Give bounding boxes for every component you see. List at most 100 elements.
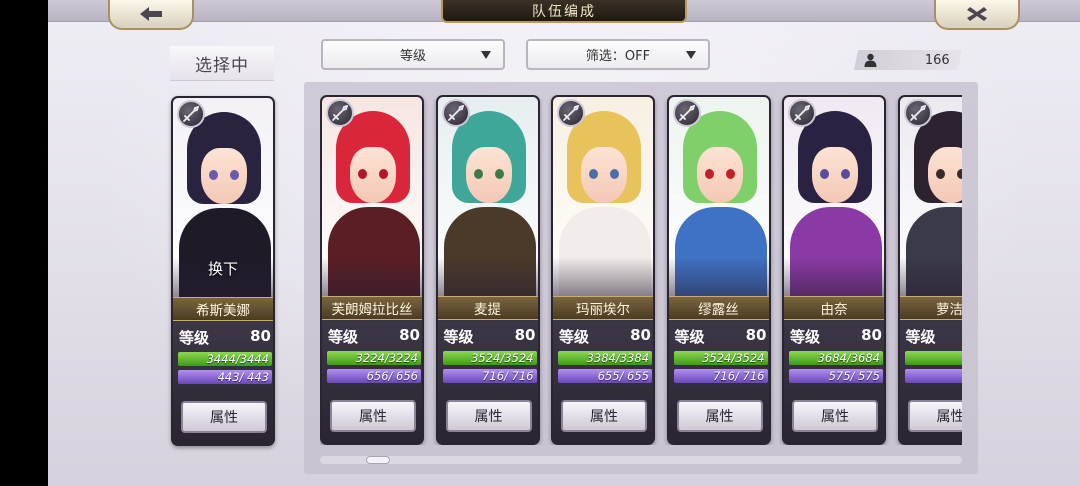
sword-class-icon: [788, 99, 816, 127]
unit-name: 麦提: [437, 296, 538, 320]
level-label: 等级: [790, 328, 821, 346]
portrait-shade: [553, 257, 653, 297]
level-label: 等级: [443, 328, 474, 346]
attribute-button[interactable]: 属性: [676, 400, 763, 432]
level-label: 等级: [328, 328, 359, 346]
hp-bar: 3224/3224: [327, 351, 421, 365]
portrait-face: [581, 147, 627, 203]
back-button[interactable]: [108, 0, 194, 30]
hp-bar: 3524/3524: [442, 351, 537, 365]
unit-level-row: 等级 80: [790, 326, 882, 346]
sword-class-icon: [672, 99, 701, 127]
portrait-eye: [935, 169, 945, 179]
swap-out-label: 换下: [207, 260, 238, 278]
portrait-face: [465, 147, 512, 203]
close-button[interactable]: [934, 0, 1020, 30]
game-screen: 队伍编成 选择中 等级 筛选：OFF 166 换下 希斯美娜 等级 80 344…: [48, 0, 1080, 486]
mp-bar: 656/ 656: [327, 369, 421, 383]
portrait-eye: [230, 170, 239, 180]
unit-card[interactable]: 玛丽埃尔 等级 80 3384/3384 655/ 655 属性: [551, 95, 655, 445]
unit-level-row: 等级 80: [675, 326, 767, 346]
selecting-label: 选择中: [170, 46, 274, 80]
level-value: 80: [630, 326, 651, 344]
level-value: 80: [514, 326, 536, 344]
level-label: 等级: [905, 328, 936, 346]
unit-level-row: 等级 80: [906, 326, 963, 346]
unit-name: 由奈: [784, 296, 884, 320]
unit-card[interactable]: 缪露丝 等级 80 3524/3524 716/ 716 属性: [666, 95, 771, 445]
person-icon: [864, 53, 877, 67]
portrait-shade: [437, 257, 538, 297]
portrait-eye: [956, 169, 962, 179]
hp-bar: 3684/3684: [789, 351, 883, 365]
unit-count-value: 166: [925, 52, 950, 68]
attribute-button[interactable]: 属性: [181, 401, 267, 433]
level-label: 等级: [179, 329, 210, 347]
portrait-eye: [704, 169, 714, 179]
unit-count: 166: [853, 50, 963, 70]
mp-bar: 617/: [904, 369, 962, 383]
portrait-face: [201, 148, 247, 204]
unit-card[interactable]: 芙朗姆拉比丝 等级 80 3224/3224 656/ 656 属性: [320, 95, 424, 445]
level-value: 80: [861, 326, 882, 344]
portrait-eye: [610, 169, 619, 179]
hp-bar: 3382/: [904, 351, 962, 365]
portrait-eye: [358, 169, 367, 179]
filter-dropdown-value: 筛选：OFF: [585, 49, 651, 64]
sort-dropdown[interactable]: 等级: [321, 39, 505, 70]
portrait-shade: [784, 257, 884, 297]
character-portrait: [784, 97, 884, 297]
attribute-button[interactable]: 属性: [561, 400, 647, 432]
filter-dropdown[interactable]: 筛选：OFF: [526, 39, 710, 70]
attribute-button[interactable]: 属性: [330, 400, 416, 432]
character-portrait: [437, 97, 538, 297]
character-portrait: [322, 97, 422, 297]
attribute-button[interactable]: 属性: [445, 400, 532, 432]
portrait-eye: [820, 169, 829, 179]
portrait-face: [350, 147, 396, 203]
unit-name: 玛丽埃尔: [553, 296, 653, 320]
unit-name: 希斯美娜: [173, 297, 273, 321]
mp-bar: 716/ 716: [673, 369, 768, 383]
chevron-down-icon: [686, 51, 696, 59]
close-x-icon: [967, 7, 987, 21]
level-value: 80: [745, 326, 767, 344]
unit-level-row: 等级 80: [328, 326, 420, 346]
attribute-button[interactable]: 属性: [907, 400, 962, 432]
unit-card[interactable]: 麦提 等级 80 3524/3524 716/ 716 属性: [435, 95, 540, 445]
unit-level-row: 等级 80: [559, 326, 651, 346]
unit-name: 芙朗姆拉比丝: [322, 296, 422, 320]
sword-class-icon: [557, 99, 585, 127]
selected-unit-card[interactable]: 换下 希斯美娜 等级 80 3444/3444 443/ 443 属性: [171, 96, 275, 446]
character-portrait: [668, 97, 769, 297]
hp-bar: 3444/3444: [178, 352, 272, 366]
hp-bar: 3384/3384: [558, 351, 652, 365]
mp-bar: 716/ 716: [442, 369, 537, 383]
mp-bar: 443/ 443: [178, 370, 272, 384]
scrollbar-thumb[interactable]: [366, 456, 390, 464]
sword-class-icon: [177, 100, 205, 128]
unit-card[interactable]: 萝洁 等级 80 3382/ 617/ 属性: [897, 95, 963, 445]
portrait-shade: [899, 257, 962, 297]
portrait-shade: [668, 257, 769, 297]
portrait-face: [812, 147, 858, 203]
level-value: 80: [250, 327, 271, 345]
chevron-down-icon: [481, 51, 491, 59]
sword-class-icon: [326, 99, 354, 127]
portrait-eye: [473, 169, 483, 179]
page-title: 队伍编成: [441, 0, 687, 23]
unit-name: 缪露丝: [668, 296, 769, 320]
unit-name: 萝洁: [899, 296, 962, 320]
roster-scrollbar[interactable]: [320, 456, 962, 464]
unit-card[interactable]: 由奈 等级 80 3684/3684 575/ 575 属性: [782, 95, 886, 445]
level-value: 80: [399, 326, 420, 344]
attribute-button[interactable]: 属性: [792, 400, 878, 432]
hp-bar: 3524/3524: [673, 351, 768, 365]
portrait-eye: [209, 170, 218, 180]
sort-dropdown-value: 等级: [399, 49, 426, 64]
portrait-eye: [494, 169, 504, 179]
roster-list: 芙朗姆拉比丝 等级 80 3224/3224 656/ 656 属性 麦提 等级…: [320, 95, 962, 445]
sword-class-icon: [441, 99, 470, 127]
portrait-shade: [322, 257, 422, 297]
character-portrait: [553, 97, 653, 297]
